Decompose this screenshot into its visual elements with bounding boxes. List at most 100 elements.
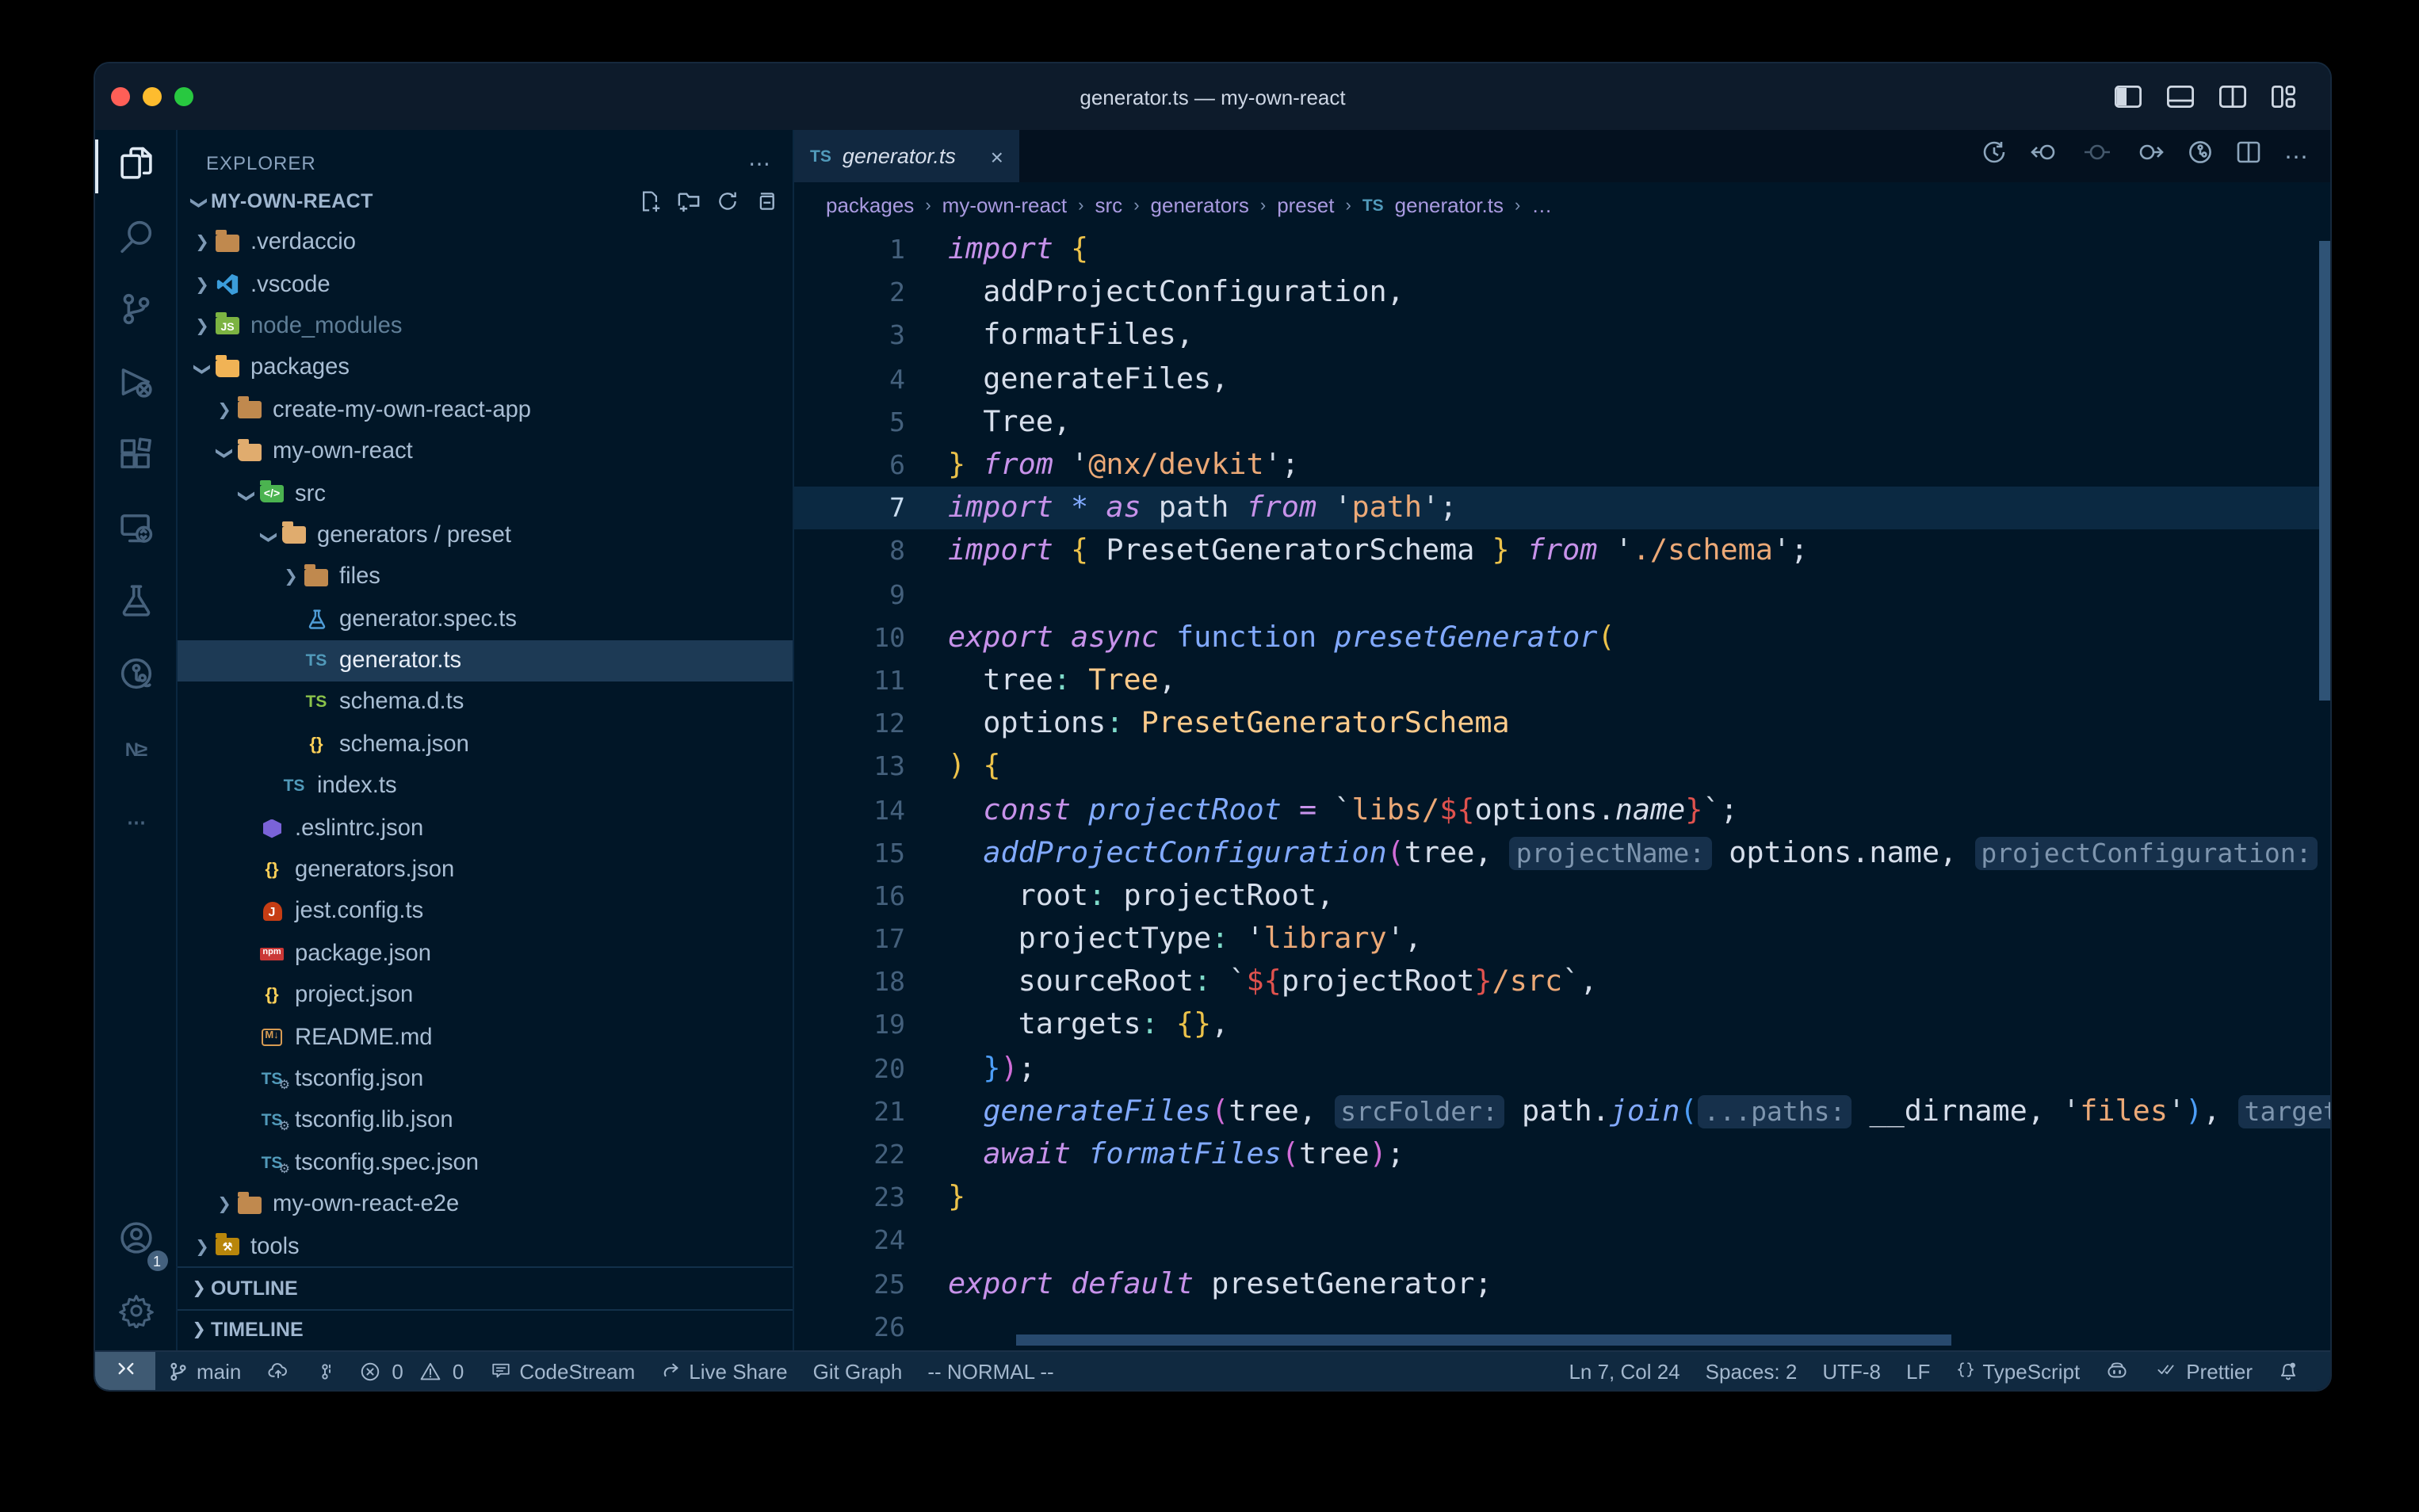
activity-item-codestream[interactable] — [94, 640, 177, 713]
timeline-section[interactable]: ❯ TIMELINE — [178, 1308, 793, 1350]
new-file-icon[interactable] — [639, 190, 661, 212]
chevron-down-icon: ❯ — [189, 191, 208, 215]
tree-item-create-my-own-react-app[interactable]: ❯create-my-own-react-app — [178, 389, 793, 431]
activity-item-remote-explorer[interactable] — [94, 494, 177, 567]
status-label: CodeStream — [519, 1359, 635, 1383]
status-git-branch[interactable]: main — [155, 1352, 254, 1390]
breadcrumb-item-4[interactable]: preset — [1277, 193, 1334, 217]
activity-item-search[interactable] — [94, 203, 177, 276]
collapse-all-icon[interactable] — [755, 190, 777, 212]
tree-item-generators-json[interactable]: {}generators.json — [178, 850, 793, 892]
activity-item-testing[interactable] — [94, 567, 177, 640]
tree-item-packages[interactable]: ❯packages — [178, 347, 793, 389]
tree-item-schema-json[interactable]: {}schema.json — [178, 724, 793, 766]
token: * — [1071, 491, 1088, 525]
next-change-icon[interactable] — [2135, 141, 2164, 171]
activity-item-settings[interactable] — [94, 1277, 177, 1350]
tree-item--vscode[interactable]: ❯.vscode — [178, 264, 793, 306]
tree-item-project-json[interactable]: {}project.json — [178, 975, 793, 1017]
tree-item-readme-md[interactable]: M↓README.md — [178, 1017, 793, 1059]
breadcrumb-item-2[interactable]: src — [1095, 193, 1123, 217]
status-language[interactable]: TypeScript — [1943, 1352, 2092, 1390]
status-prettier[interactable]: Prettier — [2142, 1352, 2265, 1390]
token — [1597, 535, 1615, 568]
status-encoding[interactable]: UTF-8 — [1809, 1352, 1894, 1390]
tree-item-schema-d-ts[interactable]: TSschema.d.ts — [178, 682, 793, 724]
more-actions-icon[interactable]: ⋯ — [2284, 142, 2308, 170]
tree-item-generator-spec-ts[interactable]: generator.spec.ts — [178, 598, 793, 640]
status-git-graph[interactable]: Git Graph — [801, 1352, 915, 1390]
activity-item-explorer[interactable] — [94, 130, 177, 203]
split-editor-right-icon[interactable] — [2237, 141, 2260, 171]
tree-item-my-own-react[interactable]: ❯my-own-react — [178, 431, 793, 473]
tree-item-package-json[interactable]: npmpackage.json — [178, 933, 793, 975]
status-live-share[interactable]: Live Share — [648, 1352, 800, 1390]
token: projectRoot, — [1106, 880, 1334, 913]
tree-item-tsconfig-json[interactable]: TS⚙tsconfig.json — [178, 1059, 793, 1101]
tree-item-generators-preset[interactable]: ❯generators / preset — [178, 514, 793, 556]
code-line-17: 17 projectType: 'library', — [794, 918, 2330, 960]
breadcrumb-item-0[interactable]: packages — [826, 193, 914, 217]
status-cursor-position[interactable]: Ln 7, Col 24 — [1556, 1352, 1692, 1390]
tree-item-index-ts[interactable]: TSindex.ts — [178, 766, 793, 808]
status-commit-graph[interactable] — [303, 1352, 347, 1390]
activity-item-nx-console[interactable]: N≥ — [94, 713, 177, 786]
tree-item-files[interactable]: ❯files — [178, 556, 793, 598]
activity-item-accounts[interactable]: 1 — [94, 1205, 177, 1277]
tree-item-label: project.json — [295, 983, 413, 1008]
status-indentation[interactable]: Spaces: 2 — [1693, 1352, 1810, 1390]
breadcrumb-item-3[interactable]: generators — [1151, 193, 1249, 217]
status-eol[interactable]: LF — [1894, 1352, 1943, 1390]
json-file-icon: {} — [258, 861, 285, 880]
tree-item--verdaccio[interactable]: ❯.verdaccio — [178, 222, 793, 264]
breadcrumb-item-1[interactable]: my-own-react — [942, 193, 1068, 217]
tree-item-tsconfig-lib-json[interactable]: TS⚙tsconfig.lib.json — [178, 1100, 793, 1142]
activity-item-run-debug[interactable] — [94, 349, 177, 422]
status-remote-indicator[interactable] — [95, 1352, 155, 1390]
token — [1071, 664, 1088, 697]
git-graph-circle-icon[interactable] — [2188, 139, 2213, 173]
activity-item-source-control[interactable] — [94, 276, 177, 349]
status-copilot[interactable] — [2092, 1352, 2142, 1390]
status-codestream[interactable]: CodeStream — [476, 1352, 648, 1390]
status-notifications[interactable] — [2265, 1352, 2311, 1390]
activity-item-extensions[interactable] — [94, 422, 177, 494]
tree-item-node-modules[interactable]: ❯JSnode_modules — [178, 306, 793, 348]
tree-item-my-own-react-e2e[interactable]: ❯my-own-react-e2e — [178, 1184, 793, 1226]
code-line-6: 6} from '@nx/devkit'; — [794, 444, 2330, 487]
tree-item-generator-ts[interactable]: TSgenerator.ts — [178, 640, 793, 682]
status-publish[interactable] — [254, 1352, 303, 1390]
code-line-3: 3 formatFiles, — [794, 315, 2330, 357]
breadcrumb-item-5[interactable]: generator.ts — [1395, 193, 1504, 217]
project-section-header[interactable]: ❯ MY-OWN-REACT — [178, 181, 793, 222]
jest-file-icon: J — [258, 903, 285, 922]
tab-generator-ts[interactable]: TS generator.ts × — [794, 130, 1019, 182]
activity-item-more-views[interactable]: ⋯ — [94, 786, 177, 859]
outline-section[interactable]: ❯ OUTLINE — [178, 1266, 793, 1308]
inlay-hint: ...paths: — [1698, 1095, 1852, 1128]
tree-item-tsconfig-spec-json[interactable]: TS⚙tsconfig.spec.json — [178, 1142, 793, 1184]
line-text: await formatFiles(tree); — [948, 1138, 1404, 1171]
new-folder-icon[interactable] — [677, 190, 701, 212]
inlay-hint: srcFolder: — [1334, 1095, 1504, 1128]
token — [1211, 966, 1229, 999]
tree-item-src[interactable]: ❯</>src — [178, 473, 793, 515]
status-problems[interactable]: 00 — [347, 1352, 476, 1390]
breadcrumb-item-6[interactable]: … — [1531, 193, 1552, 217]
vertical-scrollbar[interactable] — [2319, 241, 2330, 701]
code-area[interactable]: 1import {2 addProjectConfiguration,3 for… — [794, 228, 2330, 1350]
line-number: 7 — [794, 493, 905, 523]
tree-item-jest-config-ts[interactable]: Jjest.config.ts — [178, 892, 793, 934]
refresh-icon[interactable] — [717, 190, 739, 212]
close-tab-icon[interactable]: × — [991, 143, 1003, 169]
explorer-more-icon[interactable]: ⋯ — [748, 150, 770, 177]
line-text: import * as path from 'path'; — [948, 491, 1457, 525]
previous-change-icon[interactable] — [2031, 141, 2059, 171]
tree-item--eslintrc-json[interactable]: .eslintrc.json — [178, 808, 793, 850]
tree-item-tools[interactable]: ❯⚒tools — [178, 1226, 793, 1266]
status-vim-mode[interactable]: -- NORMAL -- — [915, 1352, 1066, 1390]
typescript-file-icon: TS — [1362, 196, 1384, 215]
horizontal-scrollbar[interactable] — [1016, 1334, 1951, 1346]
local-history-icon[interactable] — [1981, 139, 2007, 173]
line-text: ) { — [948, 750, 1000, 784]
